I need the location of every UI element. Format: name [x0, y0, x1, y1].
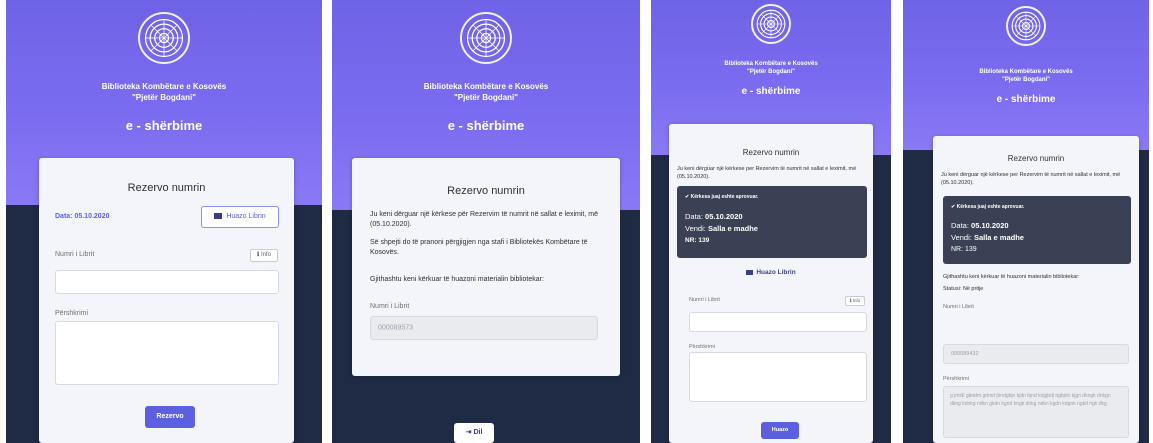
alert-date-value: 05.10.2020 [971, 221, 1009, 230]
screen-approved-borrow: Biblioteka Kombëtare e Kosovës "Pjetër B… [651, 0, 891, 443]
borrow-book-button[interactable]: Huazo Librin [201, 206, 279, 228]
alert-heading: ✔ Kërkesa juaj eshte aprovuar. [951, 204, 1024, 210]
book-number-label: Numri i Librit [55, 251, 95, 258]
alert-heading-text: Kërkesa juaj eshte aprovuar. [690, 194, 759, 200]
borrow-book-link[interactable]: Huazo Librin [669, 268, 873, 277]
info-button[interactable]: ℹ Info [250, 249, 278, 262]
description-label: Përshkrimi [55, 310, 89, 317]
alert-date: Data: 05.10.2020 [951, 221, 1009, 230]
book-number-label: Numri i Librit [943, 304, 974, 310]
alert-place: Vendi: Salla e madhe [951, 233, 1024, 242]
info-button[interactable]: ℹ Info [845, 296, 865, 306]
sent-message: Ju keni dërguar një kërkese per Rezervim… [677, 166, 857, 180]
status-text: Statusi: Në pritje [943, 286, 984, 292]
response-message: Së shpejti do të pranoni përgjigjen nga … [370, 239, 588, 257]
exit-button[interactable]: ⇥ Dil [454, 423, 494, 443]
org-name-line1: Biblioteka Kombëtare e Kosovës [101, 82, 227, 91]
org-name-line2: "Pjetër Bogdani" [453, 92, 519, 102]
alert-heading-text: Kërkesa juaj eshte aprovuar. [956, 204, 1025, 210]
description-field: g jmidl gbndm gdmd jbndgbjn kjdn bjnd kn… [943, 386, 1129, 438]
org-name: Biblioteka Kombëtare e Kosovës "Pjetër B… [903, 68, 1149, 84]
org-name-line1: Biblioteka Kombëtare e Kosovës [423, 82, 549, 91]
org-name-line2: "Pjetër Bogdani" [1001, 77, 1051, 84]
book-number-input[interactable] [55, 270, 279, 294]
book-number-value: 000089432 [951, 351, 979, 357]
book-number-value: 000089573 [378, 324, 414, 332]
library-logo-icon [751, 4, 791, 44]
org-name-line2: "Pjetër Bogdani" [746, 69, 796, 76]
alert-heading: ✔ Kërkesa juaj eshte aprovuar. [685, 194, 758, 200]
description-textarea[interactable] [55, 321, 279, 385]
library-logo-icon [460, 12, 512, 64]
alert-place-label: Vendi: [951, 233, 972, 242]
approved-card: Rezervo numrin Ju keni dërguar një kërke… [669, 124, 873, 443]
library-logo-icon [138, 12, 190, 64]
alert-place-label: Vendi: [685, 224, 706, 233]
alert-nr: NR: 139 [951, 246, 977, 253]
alert-date-value: 05.10.2020 [705, 212, 743, 221]
screen-request-sent: Biblioteka Kombëtare e Kosovës "Pjetër B… [332, 0, 640, 443]
check-icon: ✔ [951, 204, 956, 210]
screen-approved-status: Biblioteka Kombëtare e Kosovës "Pjetër B… [903, 0, 1149, 443]
sent-message: Ju keni dërguar një kërkese per Rezervim… [941, 172, 1121, 186]
borrow-message: Gjithashtu keni kërkuar të huazoni mater… [370, 276, 544, 283]
org-name: Biblioteka Kombëtare e Kosovës "Pjetër B… [6, 82, 322, 104]
check-icon: ✔ [685, 194, 690, 200]
alert-place: Vendi: Salla e madhe [685, 224, 758, 233]
exit-icon: ⇥ [465, 429, 472, 436]
book-number-field: 000089432 [943, 344, 1129, 364]
status-card: Rezervo numrin Ju keni dërguar një kërke… [933, 136, 1139, 443]
description-label: Përshkrimi [943, 376, 969, 382]
alert-place-value: Salla e madhe [707, 224, 758, 233]
reserve-button[interactable]: Rezervo [145, 406, 195, 428]
confirmation-card: Rezervo numrin Ju keni dërguar një kërke… [352, 158, 620, 376]
card-title: Rezervo numrin [742, 148, 800, 157]
service-title: e - shërbime [125, 118, 203, 133]
book-icon [746, 269, 754, 275]
org-name-line1: Biblioteka Kombëtare e Kosovës [724, 61, 818, 67]
alert-date-label: Data: [685, 212, 703, 221]
info-label: Info [260, 252, 271, 258]
borrow-message: Gjithashtu keni kërkuar të huazoni mater… [943, 274, 1080, 280]
service-title: e - shërbime [741, 86, 801, 97]
info-icon: ℹ [257, 252, 260, 258]
borrow-book-label: Huazo Librin [226, 213, 266, 220]
alert-date: Data: 05.10.2020 [685, 212, 743, 221]
description-textarea[interactable] [689, 352, 867, 402]
book-number-field: 000089573 [370, 316, 598, 340]
screen-reserve-form: Biblioteka Kombëtare e Kosovës "Pjetër B… [6, 0, 322, 443]
borrow-submit-button[interactable]: Huazo [761, 422, 799, 439]
reserve-card: Rezervo numrin Data: 05.10.2020 Huazo Li… [39, 158, 294, 443]
alert-place-value: Salla e madhe [973, 233, 1024, 242]
org-name-line1: Biblioteka Kombëtare e Kosovës [979, 69, 1073, 75]
borrow-book-label: Huazo Librin [756, 269, 796, 276]
card-title: Rezervo numrin [127, 182, 206, 194]
book-icon [214, 213, 223, 220]
book-number-label: Numri i Librit [689, 297, 720, 303]
description-label: Përshkrimi [689, 344, 715, 350]
org-name-line2: "Pjetër Bogdani" [131, 92, 197, 102]
sent-message: Ju keni dërguar një kërkese për Rezervim… [370, 211, 598, 229]
alert-nr: NR: 139 [685, 237, 710, 244]
info-icon: ℹ [849, 298, 852, 303]
library-logo-icon [1006, 6, 1046, 46]
service-title: e - shërbime [996, 94, 1056, 105]
info-label: Info [852, 298, 861, 303]
book-number-input[interactable] [689, 312, 867, 332]
book-number-label: Numri i Librit [370, 303, 410, 310]
org-name: Biblioteka Kombëtare e Kosovës "Pjetër B… [651, 60, 891, 76]
service-title: e - shërbime [447, 118, 525, 133]
approval-alert: ✔ Kërkesa juaj eshte aprovuar. Data: 05.… [943, 196, 1131, 264]
org-name: Biblioteka Kombëtare e Kosovës "Pjetër B… [332, 82, 640, 104]
card-title: Rezervo numrin [1007, 154, 1065, 163]
description-value: g jmidl gbndm gdmd jbndgbjn kjdn bjnd kn… [950, 393, 1111, 407]
card-title: Rezervo numrin [447, 185, 525, 197]
alert-date-label: Data: [951, 221, 969, 230]
approval-alert: ✔ Kërkesa juaj eshte aprovuar. Data: 05.… [677, 186, 867, 258]
exit-label: Dil [473, 429, 483, 436]
date-label: Data: 05.10.2020 [55, 213, 110, 220]
